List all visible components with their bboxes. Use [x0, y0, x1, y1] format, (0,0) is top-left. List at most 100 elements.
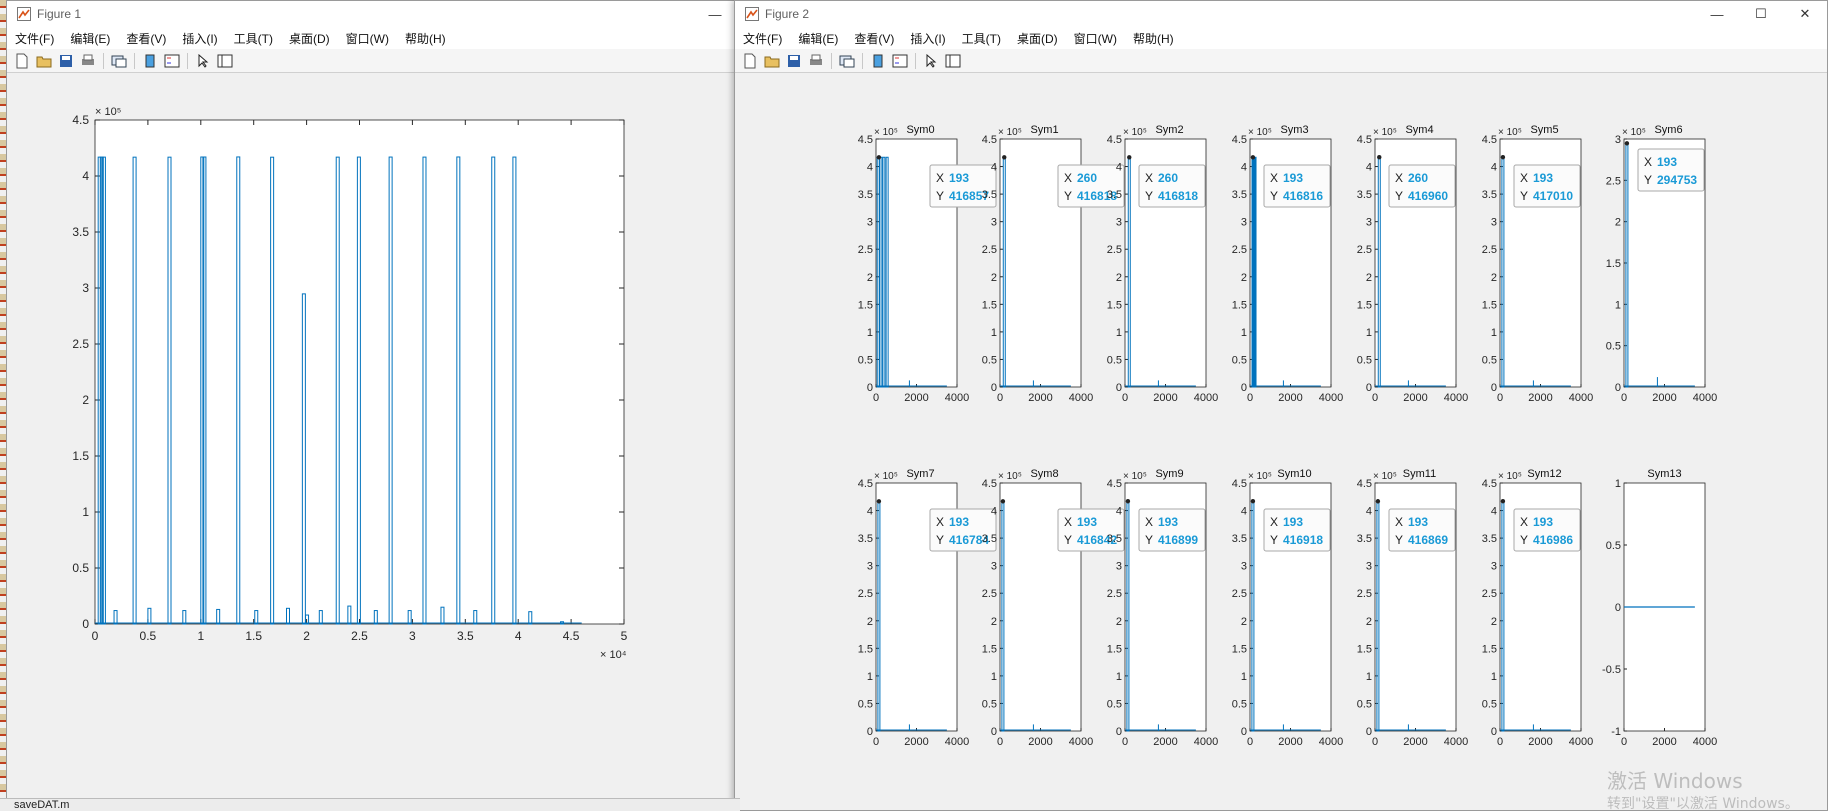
open-file-icon[interactable] — [763, 53, 781, 69]
figure1-window[interactable]: Figure 1 — 文件(F) 编辑(E) 查看(V) 插入(I) 工具(T)… — [6, 0, 738, 811]
new-figure-icon[interactable] — [13, 53, 31, 69]
close-button[interactable]: ✕ — [1783, 6, 1827, 22]
x-tick-label: 2.5 — [351, 629, 368, 643]
menu-insert[interactable]: 插入(I) — [174, 30, 225, 47]
datatip-y-label: Y — [1270, 533, 1278, 547]
open-file-icon[interactable] — [35, 53, 53, 69]
y-tick-label: 3 — [1116, 217, 1122, 229]
figure2-subplots[interactable]: Sym000.511.522.533.544.50 2000 4000× 10⁵X 1… — [735, 73, 1828, 811]
save-icon[interactable] — [57, 53, 75, 69]
menu-window[interactable]: 窗口(W) — [338, 30, 397, 47]
x-tick-label: 4000 — [1693, 736, 1717, 748]
x-tick-label: 3.5 — [457, 629, 474, 643]
colorbar-icon[interactable] — [141, 53, 159, 69]
y-tick-label: 0.5 — [982, 698, 997, 710]
save-icon[interactable] — [785, 53, 803, 69]
colorbar-icon[interactable] — [869, 53, 887, 69]
figure2-window[interactable]: Figure 2 — ☐ ✕ 文件(F) 编辑(E) 查看(V) 插入(I) 工… — [734, 0, 1828, 811]
y-tick-label: 2.5 — [982, 244, 997, 256]
subplot-sym13: Sym13 -1 -0.5 0 0.5 1 0 2000 4000 — [1602, 468, 1717, 748]
x-exponent-label: × 10⁴ — [600, 649, 627, 661]
y-tick-label: 1.5 — [982, 643, 997, 655]
link-plot-icon[interactable] — [838, 53, 856, 69]
subplot-title: Sym8 — [1030, 468, 1058, 480]
figure2-titlebar[interactable]: Figure 2 — ☐ ✕ — [735, 1, 1827, 27]
y-tick-label: 3 — [1116, 561, 1122, 573]
y-exponent-label: × 10⁵ — [998, 471, 1022, 482]
menu-tools[interactable]: 工具(T) — [226, 30, 281, 47]
subplot-title: Sym4 — [1405, 124, 1433, 136]
datatip-marker — [1127, 155, 1132, 160]
datatip-y-value: 416869 — [1408, 533, 1448, 547]
menu-insert[interactable]: 插入(I) — [902, 30, 953, 47]
figure1-titlebar[interactable]: Figure 1 — — [7, 1, 737, 27]
property-inspector-icon[interactable] — [944, 53, 962, 69]
x-tick-label: 4000 — [945, 392, 969, 404]
figure1-plot[interactable]: 0 0.5 1 1.5 2 2.5 3 3.5 4 4.5 0 0.5 1 1.5 2 2.5 3 3.5 4 4.5… — [7, 73, 738, 811]
menu-edit[interactable]: 编辑(E) — [790, 30, 846, 47]
menu-file[interactable]: 文件(F) — [735, 30, 790, 47]
y-tick-label: 0.5 — [1357, 354, 1372, 366]
y-tick-label: 0.5 — [1606, 341, 1621, 353]
subplot-sym10: Sym1000.511.522.533.544.50 2000 4000× 10⁵X… — [1232, 468, 1344, 748]
datatip-x-label: X — [1064, 171, 1072, 185]
minimize-button[interactable]: — — [1695, 7, 1739, 22]
legend-icon[interactable] — [891, 53, 909, 69]
datatip-y-label: Y — [1064, 189, 1072, 203]
minimize-button[interactable]: — — [693, 7, 737, 22]
menu-file[interactable]: 文件(F) — [7, 30, 62, 47]
y-tick-label: 1.5 — [1107, 299, 1122, 311]
x-tick-label: 2000 — [1528, 736, 1552, 748]
print-icon[interactable] — [79, 53, 97, 69]
subplot-title: Sym11 — [1403, 468, 1436, 480]
datatip-marker — [1624, 141, 1630, 146]
datatip-x-value: 193 — [1657, 155, 1677, 169]
y-tick-label: 3.5 — [1357, 189, 1372, 201]
x-tick-label: 2000 — [1652, 392, 1676, 404]
menu-tools[interactable]: 工具(T) — [954, 30, 1009, 47]
y-tick-label: 1 — [1116, 327, 1122, 339]
edit-plot-arrow-icon[interactable] — [194, 53, 212, 69]
menu-desktop[interactable]: 桌面(D) — [281, 30, 338, 47]
y-tick-label: 1 — [867, 327, 873, 339]
menu-desktop[interactable]: 桌面(D) — [1009, 30, 1066, 47]
y-tick-label: 2 — [1366, 616, 1372, 628]
y-exponent-label: × 10⁵ — [1498, 127, 1522, 138]
subplot-title: Sym3 — [1280, 124, 1308, 136]
x-tick-label: 4000 — [1444, 736, 1468, 748]
subplot-sym0: Sym000.511.522.533.544.50 2000 4000× 10⁵X 1… — [858, 124, 997, 404]
y-tick-label: 1.5 — [1357, 299, 1372, 311]
print-icon[interactable] — [807, 53, 825, 69]
menu-edit[interactable]: 编辑(E) — [62, 30, 118, 47]
menu-window[interactable]: 窗口(W) — [1066, 30, 1125, 47]
y-tick-label: 3 — [991, 561, 997, 573]
link-plot-icon[interactable] — [110, 53, 128, 69]
edit-plot-arrow-icon[interactable] — [922, 53, 940, 69]
x-tick-label: 4000 — [1569, 736, 1593, 748]
y-tick-label: 0.5 — [1232, 354, 1247, 366]
y-tick-label: 1 — [1491, 671, 1497, 683]
y-tick-label: 2.5 — [1232, 244, 1247, 256]
x-tick-label: 4000 — [945, 736, 969, 748]
menu-view[interactable]: 查看(V) — [846, 30, 902, 47]
menu-help[interactable]: 帮助(H) — [397, 30, 454, 47]
y-tick-label: 2.5 — [1482, 588, 1497, 600]
maximize-button[interactable]: ☐ — [1739, 6, 1783, 22]
y-tick-label: 4.5 — [1482, 478, 1497, 490]
figure1-canvas: 0 0.5 1 1.5 2 2.5 3 3.5 4 4.5 0 0.5 1 1.5 2 2.5 3 3.5 4 4.5… — [7, 73, 737, 810]
y-tick-label: 4.5 — [1232, 134, 1247, 146]
x-tick-label: 0 — [1621, 736, 1627, 748]
y-tick-label: 1.5 — [982, 299, 997, 311]
datatip-y-label: Y — [1520, 189, 1528, 203]
legend-icon[interactable] — [163, 53, 181, 69]
y-tick-label: 4.5 — [1232, 478, 1247, 490]
x-tick-label: 4000 — [1319, 392, 1343, 404]
new-figure-icon[interactable] — [741, 53, 759, 69]
property-inspector-icon[interactable] — [216, 53, 234, 69]
x-tick-label: 2000 — [1028, 736, 1052, 748]
y-tick-label: 0.5 — [1357, 698, 1372, 710]
menu-view[interactable]: 查看(V) — [118, 30, 174, 47]
menu-help[interactable]: 帮助(H) — [1125, 30, 1182, 47]
y-tick-label: 1 — [1241, 671, 1247, 683]
datatip-y-value: 416818 — [1158, 189, 1198, 203]
